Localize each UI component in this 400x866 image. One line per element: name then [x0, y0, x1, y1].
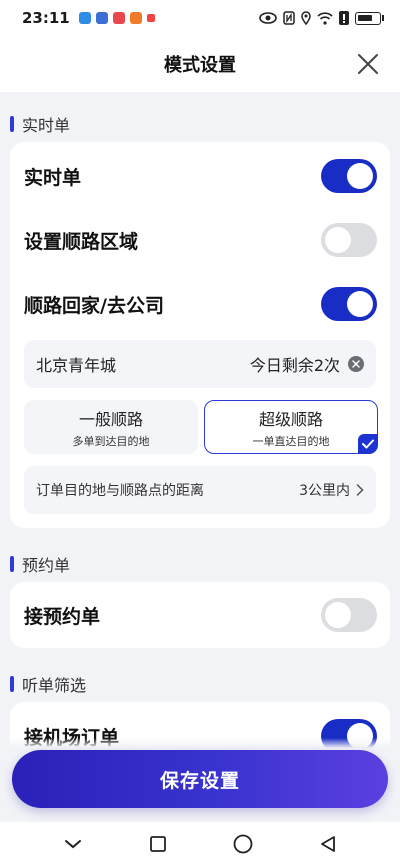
toggle-knob	[325, 227, 351, 253]
battery-icon	[355, 11, 381, 25]
section-bar	[10, 556, 14, 572]
section-realtime: 实时单	[10, 112, 70, 136]
save-button-label: 保存设置	[159, 769, 240, 792]
toggle-accept-reservation[interactable]	[321, 598, 377, 632]
clear-icon[interactable]	[348, 356, 364, 372]
notification-icon-4	[129, 12, 142, 24]
x-mark-icon	[352, 360, 360, 368]
status-time: 23:11	[22, 9, 70, 27]
option-normal-subtitle: 多单到达目的地	[72, 434, 150, 448]
option-super-subtitle: 一单直达目的地	[252, 434, 330, 448]
address-box[interactable]: 北京青年城 今日剩余2次	[24, 340, 376, 388]
chevron-right-icon	[356, 484, 364, 496]
toggle-knob	[325, 602, 351, 628]
distance-value: 3公里内	[299, 483, 350, 499]
chevron-down-icon	[64, 840, 81, 849]
nav-home-button[interactable]	[228, 829, 258, 859]
section-bar	[10, 116, 14, 132]
row-accept-reservation-label: 接预约单	[24, 605, 101, 628]
address-right: 今日剩余2次	[250, 352, 364, 376]
wifi-icon	[317, 11, 333, 25]
notification-icon-1	[78, 12, 91, 24]
address-name: 北京青年城	[36, 356, 117, 375]
notification-icon-5	[146, 14, 155, 22]
section-reservation-label: 预约单	[22, 556, 71, 575]
distance-label: 订单目的地与顺路点的距离	[36, 483, 204, 499]
location-icon	[301, 11, 311, 25]
triangle-back-icon	[320, 836, 335, 852]
page-title: 模式设置	[164, 55, 236, 76]
row-route-home-label: 顺路回家/去公司	[24, 294, 164, 317]
header: 模式设置	[0, 36, 400, 92]
status-left: 23:11	[22, 9, 155, 27]
section-filter: 听单筛选	[10, 672, 86, 696]
status-right	[259, 11, 384, 25]
section-realtime-label: 实时单	[22, 116, 71, 135]
nfc-icon	[283, 11, 295, 25]
battery-tip	[382, 15, 384, 21]
nav-recents-button[interactable]	[143, 829, 173, 859]
realtime-card: 实时单 设置顺路区域 顺路回家/去公司 北京青年城 今日剩余2次 一般顺路 多单…	[10, 142, 390, 528]
check-icon	[358, 434, 378, 454]
system-nav-bar	[0, 822, 400, 866]
section-reservation: 预约单	[10, 552, 70, 576]
row-realtime-order: 实时单	[10, 144, 390, 208]
toggle-knob	[347, 163, 373, 189]
toggle-knob	[347, 291, 373, 317]
close-button[interactable]	[354, 50, 382, 78]
row-realtime-order-label: 实时单	[24, 166, 82, 189]
row-route-home: 顺路回家/去公司	[10, 272, 390, 336]
save-button[interactable]: 保存设置	[12, 750, 388, 808]
notification-icon-2	[95, 12, 108, 24]
row-route-area-label: 设置顺路区域	[24, 230, 139, 253]
nav-collapse-button[interactable]	[58, 829, 88, 859]
toggle-route-home[interactable]	[321, 287, 377, 321]
alert-icon	[339, 11, 349, 25]
toggle-route-area[interactable]	[321, 223, 377, 257]
option-super-route[interactable]: 超级顺路 一单直达目的地	[204, 400, 378, 454]
reservation-card: 接预约单	[10, 582, 390, 648]
row-accept-reservation: 接预约单	[10, 583, 390, 647]
eye-icon	[259, 12, 277, 24]
option-super-title: 超级顺路	[258, 409, 323, 429]
option-normal-route[interactable]: 一般顺路 多单到达目的地	[24, 400, 198, 454]
toggle-realtime-order[interactable]	[321, 159, 377, 193]
status-bar: 23:11	[0, 0, 400, 36]
remaining-count: 今日剩余2次	[249, 356, 340, 375]
section-bar	[10, 676, 14, 692]
section-filter-label: 听单筛选	[22, 676, 87, 695]
close-icon	[358, 54, 378, 74]
circle-icon	[233, 834, 252, 854]
row-route-area: 设置顺路区域	[10, 208, 390, 272]
distance-row[interactable]: 订单目的地与顺路点的距离 3公里内	[24, 466, 376, 514]
option-normal-title: 一般顺路	[78, 409, 143, 429]
notification-icon-3	[112, 12, 125, 24]
nav-back-button[interactable]	[313, 829, 343, 859]
square-icon	[149, 836, 166, 852]
distance-right: 3公里内	[299, 480, 364, 500]
